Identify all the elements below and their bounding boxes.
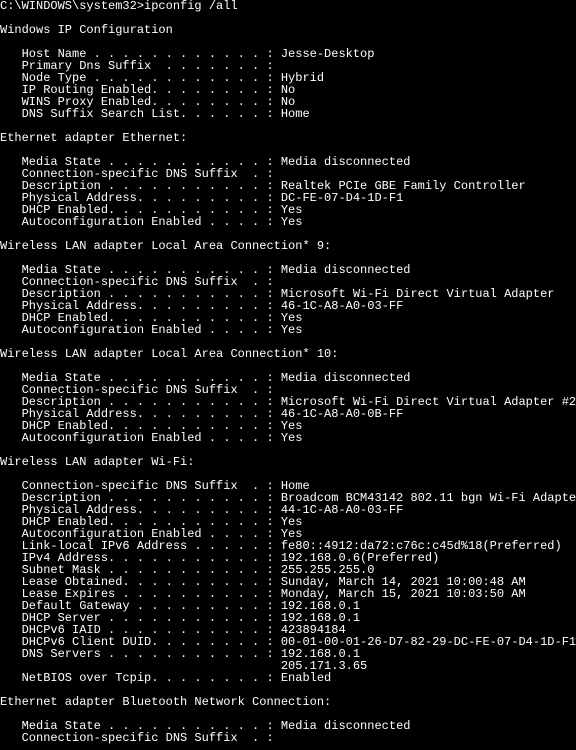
- config-row: DNS Suffix Search List. . . . . . : Home: [0, 108, 576, 120]
- config-row: Autoconfiguration Enabled . . . . : Yes: [0, 432, 576, 444]
- config-row: Connection-specific DNS Suffix . :: [0, 732, 576, 744]
- terminal-output: C:\WINDOWS\system32>ipconfig /all Windows…: [0, 0, 576, 744]
- config-row: Autoconfiguration Enabled . . . . : Yes: [0, 324, 576, 336]
- adapter-title: Ethernet adapter Bluetooth Network Conne…: [0, 696, 576, 708]
- adapter-title: Wireless LAN adapter Wi-Fi:: [0, 456, 576, 468]
- adapter-title: Ethernet adapter Ethernet:: [0, 132, 576, 144]
- adapter-title: Wireless LAN adapter Local Area Connecti…: [0, 240, 576, 252]
- config-row: NetBIOS over Tcpip. . . . . . . . : Enab…: [0, 672, 576, 684]
- command-prompt-line: C:\WINDOWS\system32>ipconfig /all: [0, 0, 576, 12]
- adapter-title: Wireless LAN adapter Local Area Connecti…: [0, 348, 576, 360]
- config-row: Autoconfiguration Enabled . . . . : Yes: [0, 216, 576, 228]
- section-header: Windows IP Configuration: [0, 24, 576, 36]
